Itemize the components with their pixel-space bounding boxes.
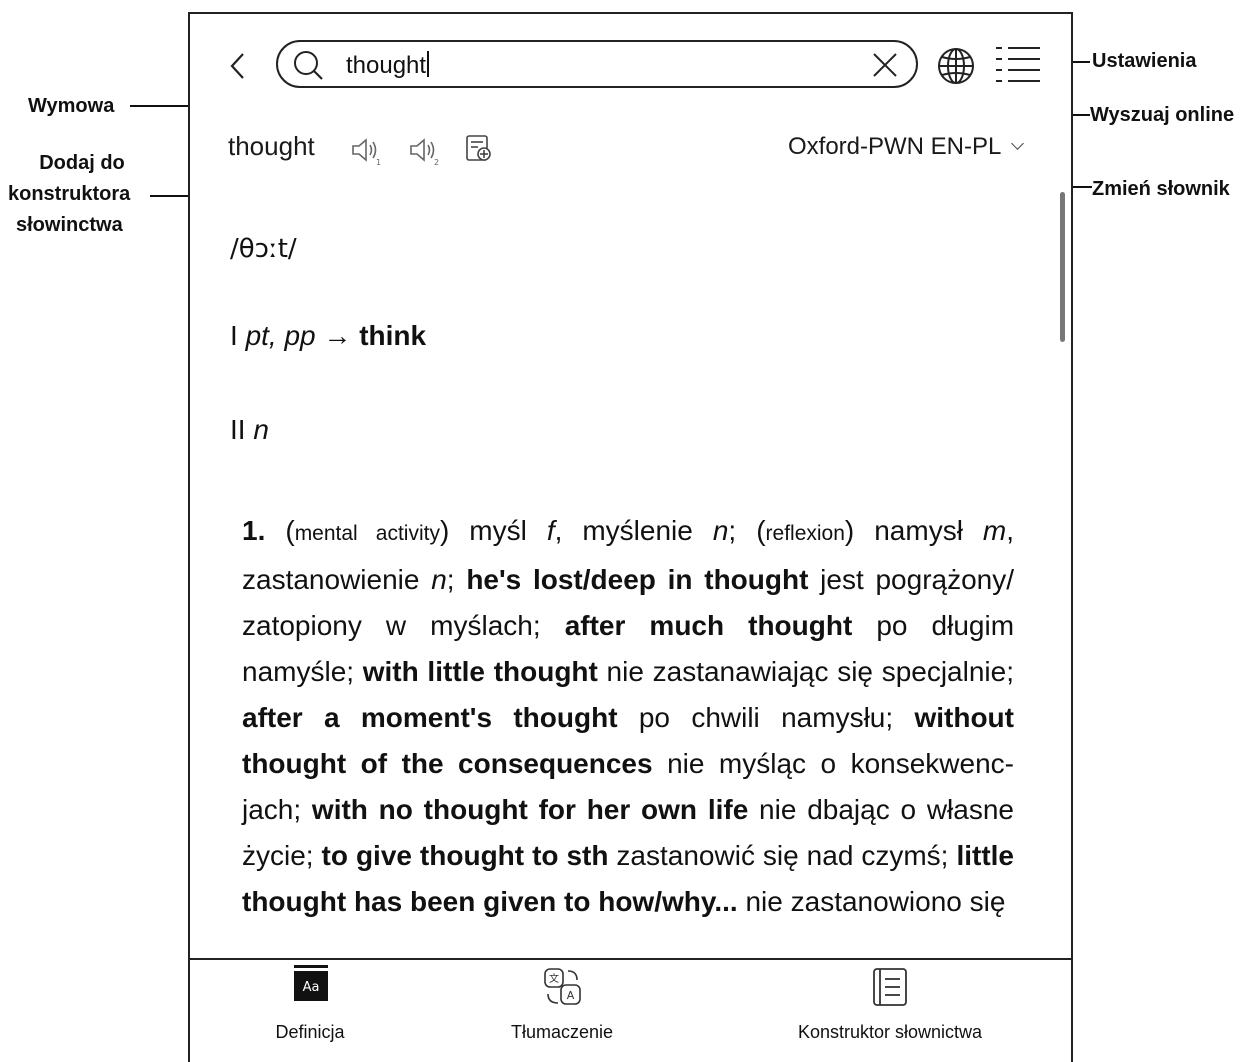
phonetic: /θɔːt/ [230,234,297,264]
annotation-search-online: Wyszuaj online [1090,104,1235,126]
svg-text:Aa: Aa [303,980,320,995]
annotation-add-vocab-1: Dodaj do [39,152,125,174]
bottom-nav: Aa Definicja 文 A Tłumaczenie Konstruktor… [190,958,1071,1062]
headword: thought [228,131,315,161]
speaker-icon[interactable]: 2 [408,136,442,167]
svg-text:2: 2 [434,158,439,166]
annotation-change-dictionary: Zmień słownik [1092,178,1230,200]
svg-text:A: A [567,989,575,1002]
tab-translation-label: Tłumaczenie [510,1022,614,1042]
list-menu-icon[interactable] [994,44,1042,86]
annotation-add-vocab-3: słowinctwa [16,214,123,236]
add-vocabulary-icon[interactable] [464,134,494,164]
tab-definition-label: Definicja [275,1022,345,1042]
scrollbar[interactable] [1060,192,1065,342]
notebook-list-icon [870,966,910,1008]
link-think[interactable]: think [359,320,426,351]
dictionary-screen: thought thought 1 2 Oxford-PWN EN-PL /θɔ… [188,12,1073,1062]
chevron-down-icon [1011,137,1025,150]
sense-line-1: I pt, pp → think [230,320,427,351]
definition-text: 1. (mental activity) myśl f, myślenie n;… [242,515,1015,917]
globe-icon[interactable] [936,46,976,86]
annotation-pronunciation: Wymowa [28,95,115,117]
speaker-icon[interactable]: 1 [350,136,384,167]
search-value[interactable]: thought [346,51,430,80]
chevron-left-icon[interactable] [226,48,250,84]
search-input[interactable]: thought [276,40,918,88]
dictionary-aa-icon: Aa [292,964,330,1002]
annotation-add-vocab-2: konstruktora [8,183,131,205]
search-icon [292,49,324,81]
close-icon[interactable] [872,52,898,78]
svg-text:1: 1 [376,158,381,166]
translate-icon: 文 A [542,966,584,1008]
sense-line-2: II n [230,414,269,445]
svg-text:文: 文 [549,972,559,985]
dictionary-select[interactable]: Oxford-PWN EN-PL [788,132,1025,162]
annotation-settings: Ustawienia [1092,50,1197,72]
tab-vocab-builder-label: Konstruktor słownictwa [797,1022,983,1042]
